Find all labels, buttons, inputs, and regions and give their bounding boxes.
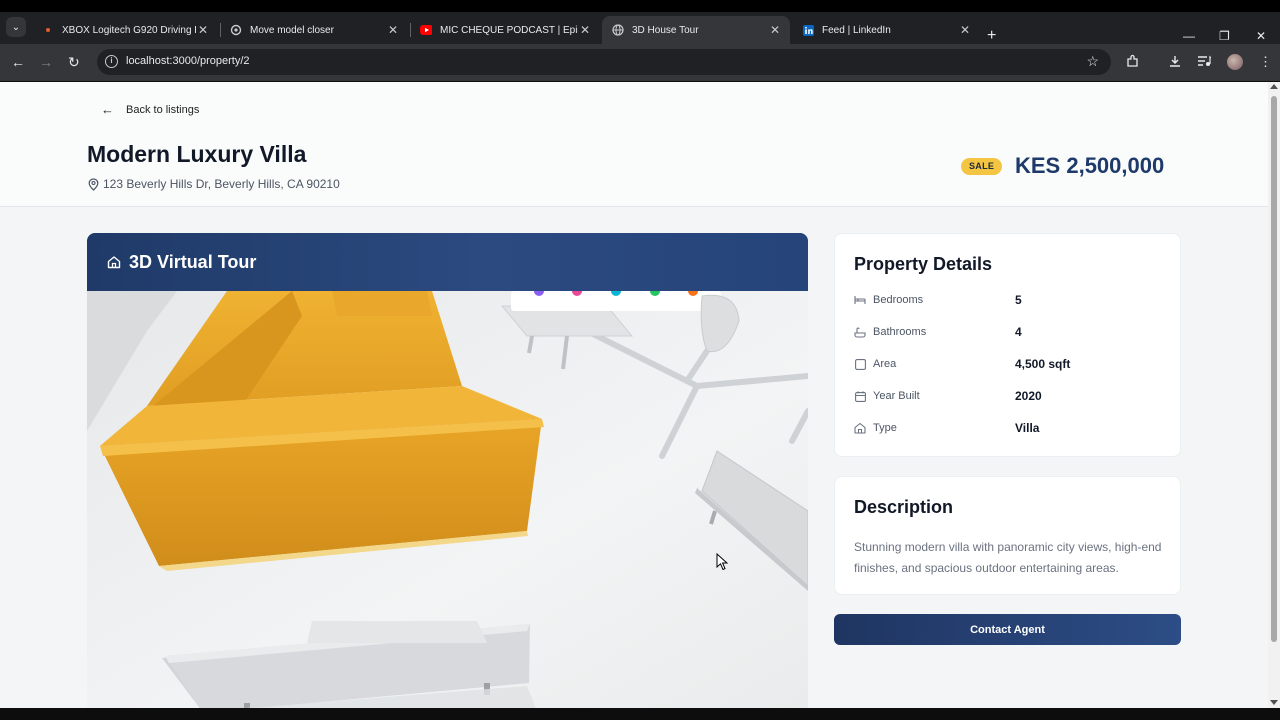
- window-top-edge: [0, 0, 1280, 12]
- close-icon[interactable]: ✕: [578, 23, 592, 37]
- description-card: Description Stunning modern villa with p…: [834, 476, 1181, 595]
- detail-label: Area: [873, 358, 897, 370]
- area-icon: [854, 358, 866, 370]
- new-tab-button[interactable]: +: [987, 28, 996, 44]
- bath-icon: [854, 326, 866, 338]
- virtual-tour-panel: 3D Virtual Tour: [87, 233, 808, 708]
- property-price: KES 2,500,000: [1015, 153, 1165, 178]
- 3d-scene-canvas[interactable]: [87, 291, 808, 708]
- tab-title: MIC CHEQUE PODCAST | Episo: [440, 24, 578, 36]
- window-close-button[interactable]: ✕: [1256, 29, 1266, 43]
- scroll-down-icon[interactable]: [1270, 700, 1278, 705]
- page-viewport: ← Back to listings Modern Luxury Villa 1…: [0, 82, 1268, 708]
- tab-search-button[interactable]: ⌄: [6, 17, 26, 37]
- tab-title: Move model closer: [250, 24, 334, 36]
- forward-nav-button[interactable]: →: [39, 54, 53, 70]
- url-text[interactable]: localhost:3000/property/2: [126, 55, 250, 67]
- detail-value: 4: [1015, 325, 1022, 339]
- virtual-tour-header: 3D Virtual Tour: [87, 233, 808, 291]
- property-address: 123 Beverly Hills Dr, Beverly Hills, CA …: [88, 177, 340, 191]
- virtual-tour-title: 3D Virtual Tour: [129, 251, 257, 272]
- calendar-icon: [854, 390, 866, 402]
- detail-row-bathrooms: Bathrooms 4: [854, 324, 1164, 340]
- back-nav-button[interactable]: ←: [11, 54, 25, 70]
- tab-title: XBOX Logitech G920 Driving Fo: [62, 24, 196, 36]
- tab-xbox[interactable]: XBOX Logitech G920 Driving Fo ✕: [32, 16, 218, 44]
- page-scrollbar[interactable]: [1268, 82, 1280, 708]
- detail-row-type: Type Villa: [854, 420, 1164, 436]
- arrow-left-icon: ←: [101, 102, 114, 117]
- status-badge: SALE: [961, 158, 1003, 175]
- tab-move-model[interactable]: Move model closer ✕: [220, 16, 408, 44]
- detail-label: Type: [873, 422, 897, 434]
- browser-toolbar: ← → ↻ i localhost:3000/property/2 ☆ ⋮: [0, 44, 1280, 81]
- map-pin-icon: [88, 177, 99, 191]
- detail-label: Bedrooms: [873, 294, 924, 306]
- detail-label: Bathrooms: [873, 326, 927, 338]
- description-text: Stunning modern villa with panoramic cit…: [854, 540, 1162, 575]
- description-heading: Description: [854, 497, 954, 517]
- reload-button[interactable]: ↻: [68, 54, 80, 70]
- scroll-up-icon[interactable]: [1270, 84, 1278, 89]
- download-icon[interactable]: [1168, 54, 1182, 72]
- tab-title: 3D House Tour: [632, 24, 699, 36]
- details-heading: Property Details: [854, 254, 993, 274]
- address-text: 123 Beverly Hills Dr, Beverly Hills, CA …: [103, 177, 340, 191]
- bed-icon: [854, 294, 866, 306]
- home-icon: [854, 422, 866, 434]
- media-control-icon[interactable]: [1197, 54, 1212, 72]
- more-menu-icon[interactable]: ⋮: [1259, 54, 1272, 70]
- close-icon[interactable]: ✕: [958, 23, 972, 37]
- detail-label: Year Built: [873, 390, 920, 402]
- home-icon: [107, 256, 121, 269]
- globe-favicon-icon: [612, 24, 624, 36]
- site-info-icon[interactable]: i: [105, 55, 118, 68]
- detail-value: 4,500 sqft: [1015, 357, 1071, 371]
- minimize-button[interactable]: —: [1183, 29, 1195, 43]
- tab-bar: ⌄ XBOX Logitech G920 Driving Fo ✕ Move m…: [0, 12, 1280, 44]
- close-icon[interactable]: ✕: [386, 23, 400, 37]
- scrollbar-thumb[interactable]: [1271, 96, 1277, 642]
- bookmark-star-icon[interactable]: ☆: [1086, 53, 1099, 70]
- chatgpt-favicon-icon: [230, 24, 242, 36]
- detail-row-bedrooms: Bedrooms 5: [854, 292, 1164, 308]
- detail-value: 5: [1015, 293, 1022, 307]
- back-to-listings-link[interactable]: ← Back to listings: [101, 102, 199, 117]
- contact-agent-button[interactable]: Contact Agent: [834, 614, 1181, 645]
- mouse-cursor-icon: [716, 553, 728, 571]
- address-bar[interactable]: i localhost:3000/property/2 ☆: [97, 49, 1111, 75]
- window-bottom-edge: [0, 708, 1280, 720]
- tab-3d-house-tour[interactable]: 3D House Tour ✕: [602, 16, 790, 44]
- close-icon[interactable]: ✕: [196, 23, 210, 37]
- extensions-icon[interactable]: [1126, 54, 1140, 72]
- tab-title: Feed | LinkedIn: [822, 24, 891, 36]
- detail-row-area: Area 4,500 sqft: [854, 356, 1164, 372]
- linkedin-favicon-icon: [802, 24, 814, 36]
- property-header: ← Back to listings Modern Luxury Villa 1…: [0, 82, 1268, 207]
- youtube-favicon-icon: [420, 24, 432, 36]
- restore-button[interactable]: ❐: [1219, 29, 1230, 43]
- tab-podcast[interactable]: MIC CHEQUE PODCAST | Episo ✕: [410, 16, 600, 44]
- back-label: Back to listings: [126, 103, 200, 116]
- tab-linkedin[interactable]: Feed | LinkedIn ✕: [792, 16, 980, 44]
- profile-avatar[interactable]: [1227, 54, 1243, 70]
- wheel-favicon-icon: [42, 24, 54, 36]
- chevron-down-icon: ⌄: [11, 21, 21, 33]
- property-details-card: Property Details Bedrooms 5 Bathrooms 4 …: [834, 233, 1181, 457]
- property-title: Modern Luxury Villa: [87, 141, 307, 167]
- detail-row-year-built: Year Built 2020: [854, 388, 1164, 404]
- close-icon[interactable]: ✕: [768, 23, 782, 37]
- detail-value: Villa: [1015, 421, 1040, 435]
- detail-value: 2020: [1015, 389, 1042, 403]
